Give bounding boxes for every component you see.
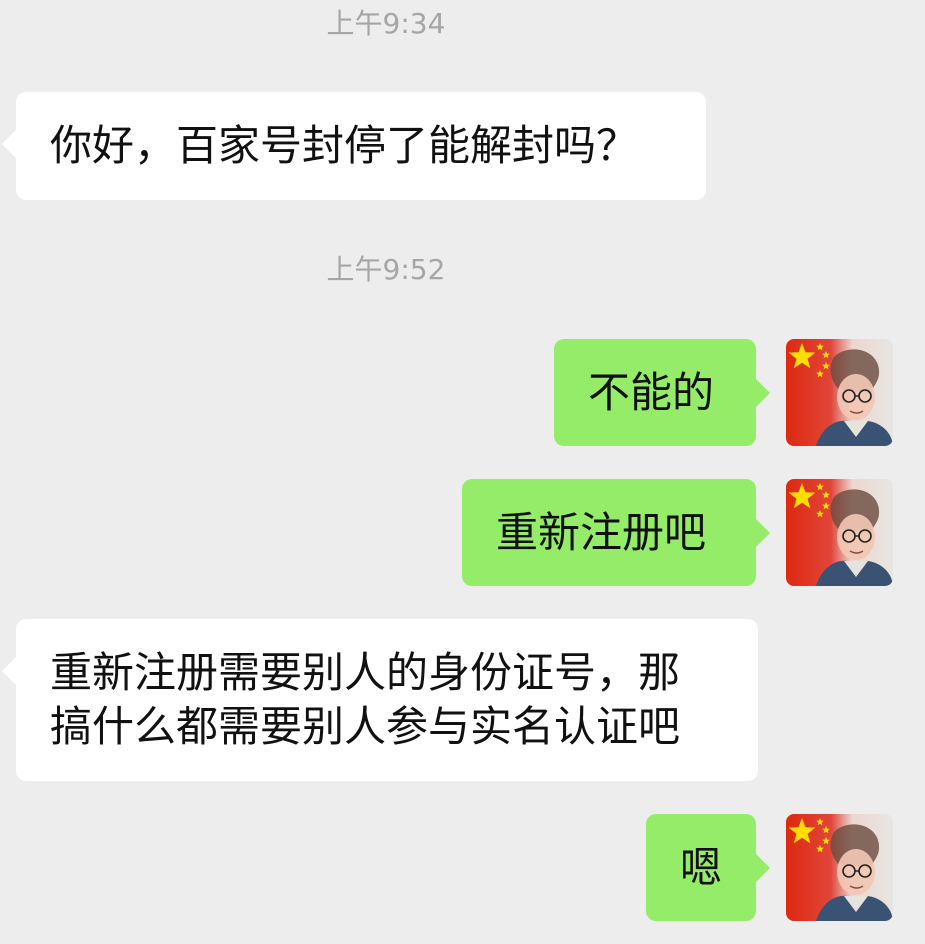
chat-timestamp: 上午9:34 — [326, 7, 446, 40]
message-text-line: 搞什么都需要别人参与实名认证吧 — [50, 702, 681, 751]
chat-timestamp: 上午9:52 — [326, 253, 446, 286]
message-text: 你好，百家号封停了能解封吗？ — [50, 121, 639, 170]
message-text: 嗯 — [680, 843, 723, 892]
user-avatar[interactable] — [786, 479, 893, 586]
outgoing-message-bubble[interactable]: 不能的 — [554, 339, 770, 446]
message-text: 重新注册吧 — [496, 508, 707, 557]
portrait-with-flag-avatar — [786, 339, 893, 446]
user-avatar[interactable] — [786, 339, 893, 446]
portrait-with-flag-avatar — [786, 479, 893, 586]
incoming-message-bubble[interactable]: 重新注册需要别人的身份证号，那 搞什么都需要别人参与实名认证吧 — [2, 619, 758, 781]
message-text: 不能的 — [588, 368, 715, 417]
outgoing-message-bubble[interactable]: 重新注册吧 — [462, 479, 770, 586]
incoming-message-bubble[interactable]: 你好，百家号封停了能解封吗？ — [2, 92, 706, 200]
portrait-with-flag-avatar — [786, 814, 893, 921]
outgoing-message-bubble[interactable]: 嗯 — [646, 814, 770, 921]
message-text-line: 重新注册需要别人的身份证号，那 — [50, 648, 681, 697]
user-avatar[interactable] — [786, 814, 893, 921]
